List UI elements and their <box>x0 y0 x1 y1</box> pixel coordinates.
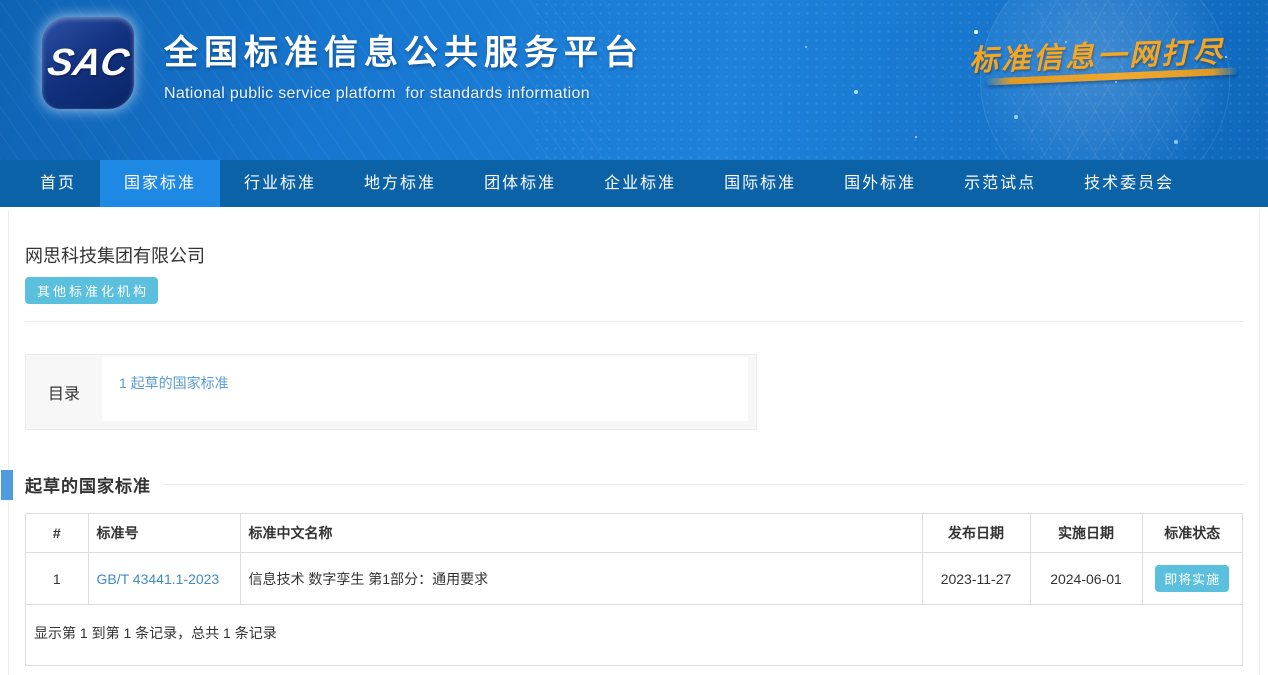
nav-tab-3[interactable]: 行业标准 <box>220 160 340 207</box>
toc-label: 目录 <box>26 355 102 429</box>
section-header: 起草的国家标准 <box>25 472 1243 497</box>
org-type-badge: 其他标准化机构 <box>25 277 158 304</box>
publish-date-cell: 2023-11-27 <box>922 553 1030 605</box>
sac-logo-text: SAC <box>44 42 132 85</box>
column-header: 实施日期 <box>1030 514 1142 553</box>
standards-table: #标准号标准中文名称发布日期实施日期标准状态 1 GB/T 43441.1-202… <box>26 514 1242 605</box>
table-row: 1GB/T 43441.1-2023信息技术 数字孪生 第1部分：通用要求202… <box>26 553 1242 605</box>
section-marker <box>1 470 13 500</box>
org-header: 网思科技集团有限公司 其他标准化机构 <box>25 210 1243 322</box>
nav-tab-4[interactable]: 地方标准 <box>340 160 460 207</box>
column-header: 标准状态 <box>1142 514 1242 553</box>
nav-tab-7[interactable]: 国际标准 <box>700 160 820 207</box>
nav-tab-8[interactable]: 国外标准 <box>820 160 940 207</box>
main-nav: 首页国家标准行业标准地方标准团体标准企业标准国际标准国外标准示范试点技术委员会 <box>0 160 1268 207</box>
row-index: 1 <box>26 553 88 605</box>
column-header: 标准号 <box>88 514 240 553</box>
column-header: 发布日期 <box>922 514 1030 553</box>
column-header: 标准中文名称 <box>240 514 922 553</box>
pagination-summary: 显示第 1 到第 1 条记录，总共 1 条记录 <box>26 605 1242 665</box>
nav-tab-5[interactable]: 团体标准 <box>460 160 580 207</box>
standards-table-container: #标准号标准中文名称发布日期实施日期标准状态 1 GB/T 43441.1-202… <box>25 513 1243 666</box>
nav-tab-1[interactable]: 首页 <box>16 160 100 207</box>
toc-item-link[interactable]: 1 起草的国家标准 <box>119 373 229 393</box>
nav-tab-9[interactable]: 示范试点 <box>940 160 1060 207</box>
site-title: 全国标准信息公共服务平台 <box>164 25 644 74</box>
site-subtitle: National public service platform for sta… <box>164 85 644 103</box>
section-divider-line <box>165 484 1243 485</box>
standard-name-cell: 信息技术 数字孪生 第1部分：通用要求 <box>240 553 922 605</box>
standard-number-link[interactable]: GB/T 43441.1-2023 <box>97 571 220 587</box>
nav-tab-10[interactable]: 技术委员会 <box>1060 160 1198 207</box>
nav-tab-6[interactable]: 企业标准 <box>580 160 700 207</box>
site-header: SAC 全国标准信息公共服务平台 National public service… <box>0 0 1268 160</box>
nav-tab-2[interactable]: 国家标准 <box>100 160 220 207</box>
table-header-row: #标准号标准中文名称发布日期实施日期标准状态 <box>26 514 1242 553</box>
sac-logo[interactable]: SAC <box>42 17 134 109</box>
toc-list: 1 起草的国家标准 <box>102 357 748 421</box>
section-title: 起草的国家标准 <box>25 472 151 497</box>
toc-box: 目录 1 起草的国家标准 <box>25 354 757 430</box>
site-title-block: 全国标准信息公共服务平台 National public service pla… <box>164 25 644 103</box>
sparkle-dots-decoration <box>974 30 978 34</box>
org-name: 网思科技集团有限公司 <box>25 242 1243 268</box>
implement-date-cell: 2024-06-01 <box>1030 553 1142 605</box>
content-container: 网思科技集团有限公司 其他标准化机构 目录 1 起草的国家标准 起草的国家标准 … <box>8 210 1260 675</box>
table-body: 1GB/T 43441.1-2023信息技术 数字孪生 第1部分：通用要求202… <box>26 553 1242 605</box>
column-header: # <box>26 514 88 553</box>
status-cell: 即将实施 <box>1142 553 1242 605</box>
standard-number-cell: GB/T 43441.1-2023 <box>88 553 240 605</box>
status-badge: 即将实施 <box>1155 565 1229 592</box>
